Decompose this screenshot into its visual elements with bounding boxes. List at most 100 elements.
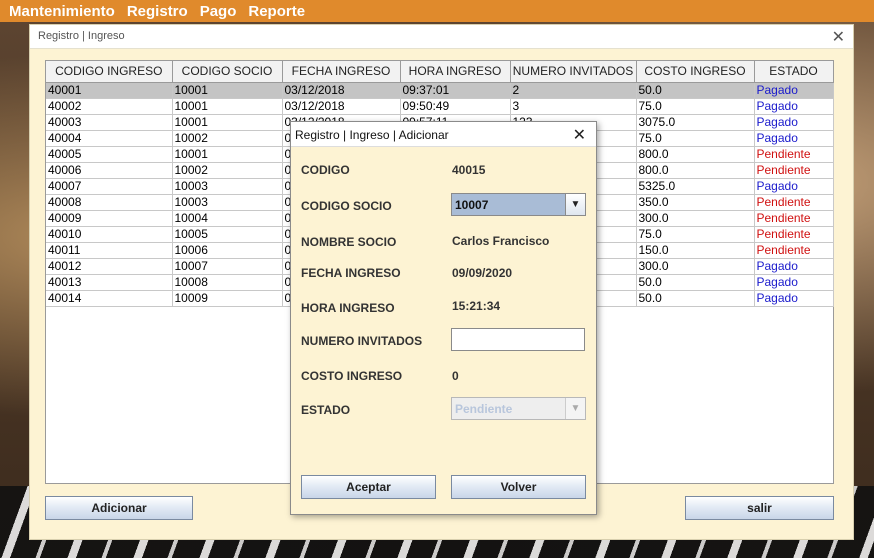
table-cell: 40007: [46, 178, 173, 195]
dialog-close-icon[interactable]: ✕: [573, 125, 586, 144]
table-cell: 75.0: [636, 130, 755, 147]
table-cell: 40001: [46, 82, 173, 99]
empty-cell: [754, 322, 833, 338]
salir-button[interactable]: salir: [685, 496, 834, 520]
column-header[interactable]: ESTADO: [754, 61, 834, 83]
table-cell: 40011: [46, 242, 173, 259]
empty-cell: [46, 338, 172, 354]
column-header[interactable]: COSTO INGRESO: [636, 61, 755, 83]
column-header[interactable]: HORA INGRESO: [400, 61, 511, 83]
table-cell: 03/12/2018: [282, 82, 401, 99]
column-header[interactable]: CODIGO INGRESO: [46, 61, 173, 83]
menu-registro[interactable]: Registro: [127, 3, 188, 20]
estado-selected: Pendiente: [455, 402, 513, 416]
table-cell: 50.0: [636, 82, 755, 99]
numero-invitados-input[interactable]: [451, 328, 585, 351]
status-cell: Pendiente: [754, 162, 834, 179]
dialog-title: Registro | Ingreso | Adicionar: [295, 128, 449, 142]
table-row[interactable]: 40002 10001 03/12/2018 09:50:49 3 75.0 Pagado: [46, 98, 834, 115]
table-cell: 300.0: [636, 258, 755, 275]
table-cell: 10006: [172, 242, 283, 259]
codigo-label: CODIGO: [301, 163, 350, 177]
nombre-socio-label: NOMBRE SOCIO: [301, 235, 397, 249]
empty-cell: [754, 370, 833, 386]
column-header[interactable]: CODIGO SOCIO: [172, 61, 283, 83]
empty-cell: [636, 370, 754, 386]
table-cell: 10003: [172, 194, 283, 211]
empty-cell: [754, 354, 833, 370]
table-cell: 10005: [172, 226, 283, 243]
table-cell: 40004: [46, 130, 173, 147]
status-cell: Pagado: [754, 98, 834, 115]
empty-cell: [754, 466, 833, 482]
column-header[interactable]: NUMERO INVITADOS: [510, 61, 637, 83]
adicionar-button[interactable]: Adicionar: [45, 496, 193, 520]
empty-cell: [636, 418, 754, 434]
codigo-socio-select[interactable]: 10007 ▼: [451, 193, 586, 216]
status-cell: Pendiente: [754, 242, 834, 259]
table-cell: 10001: [172, 82, 283, 99]
table-cell: 75.0: [636, 226, 755, 243]
status-cell: Pagado: [754, 114, 834, 131]
table-cell: 40006: [46, 162, 173, 179]
empty-cell: [46, 466, 172, 482]
table-cell: 10002: [172, 162, 283, 179]
status-cell: Pagado: [754, 258, 834, 275]
adicionar-dialog: Registro | Ingreso | Adicionar ✕ CODIGO …: [290, 121, 597, 515]
costo-ingreso-value: 0: [452, 369, 459, 383]
window-title: Registro | Ingreso: [38, 30, 125, 42]
empty-cell: [754, 402, 833, 418]
status-cell: Pendiente: [754, 146, 834, 163]
estado-label: ESTADO: [301, 403, 351, 417]
codigo-socio-label: CODIGO SOCIO: [301, 199, 392, 213]
table-cell: 50.0: [636, 290, 755, 307]
table-row[interactable]: 40001 10001 03/12/2018 09:37:01 2 50.0 Pagado: [46, 82, 834, 99]
empty-cell: [172, 434, 282, 450]
table-cell: 09:50:49: [400, 98, 511, 115]
chevron-down-icon[interactable]: ▼: [565, 194, 585, 215]
table-cell: 40003: [46, 114, 173, 131]
hora-ingreso-value: 15:21:34: [452, 299, 501, 313]
window-titlebar: Registro | Ingreso ✕: [30, 25, 853, 49]
estado-select: Pendiente ▼: [451, 397, 586, 420]
aceptar-button[interactable]: Aceptar: [301, 475, 436, 499]
menu-pago[interactable]: Pago: [200, 3, 237, 20]
table-cell: 10008: [172, 274, 283, 291]
empty-cell: [46, 386, 172, 402]
table-cell: 150.0: [636, 242, 755, 259]
table-cell: 5325.0: [636, 178, 755, 195]
empty-cell: [754, 386, 833, 402]
table-cell: 40005: [46, 146, 173, 163]
codigo-socio-selected: 10007: [455, 198, 489, 212]
menu-reporte[interactable]: Reporte: [248, 3, 305, 20]
empty-cell: [754, 434, 833, 450]
empty-cell: [172, 386, 282, 402]
empty-cell: [172, 402, 282, 418]
empty-cell: [636, 322, 754, 338]
table-cell: 10002: [172, 130, 283, 147]
table-cell: 300.0: [636, 210, 755, 227]
menu-bar: Mantenimiento Registro Pago Reporte: [0, 0, 874, 22]
table-cell: 10003: [172, 178, 283, 195]
table-cell: 10007: [172, 258, 283, 275]
table-cell: 40009: [46, 210, 173, 227]
empty-cell: [46, 434, 172, 450]
empty-cell: [46, 370, 172, 386]
empty-cell: [754, 306, 833, 322]
empty-cell: [46, 402, 172, 418]
close-icon[interactable]: ✕: [832, 27, 845, 46]
empty-cell: [172, 322, 282, 338]
empty-cell: [172, 354, 282, 370]
codigo-value: 40015: [452, 163, 486, 177]
empty-cell: [754, 418, 833, 434]
volver-button[interactable]: Volver: [451, 475, 586, 499]
column-header[interactable]: FECHA INGRESO: [282, 61, 401, 83]
hora-ingreso-label: HORA INGRESO: [301, 301, 395, 315]
empty-cell: [46, 354, 172, 370]
menu-mantenimiento[interactable]: Mantenimiento: [9, 3, 115, 20]
table-cell: 09:37:01: [400, 82, 511, 99]
table-cell: 40002: [46, 98, 173, 115]
empty-cell: [172, 370, 282, 386]
empty-cell: [172, 466, 282, 482]
empty-cell: [636, 434, 754, 450]
